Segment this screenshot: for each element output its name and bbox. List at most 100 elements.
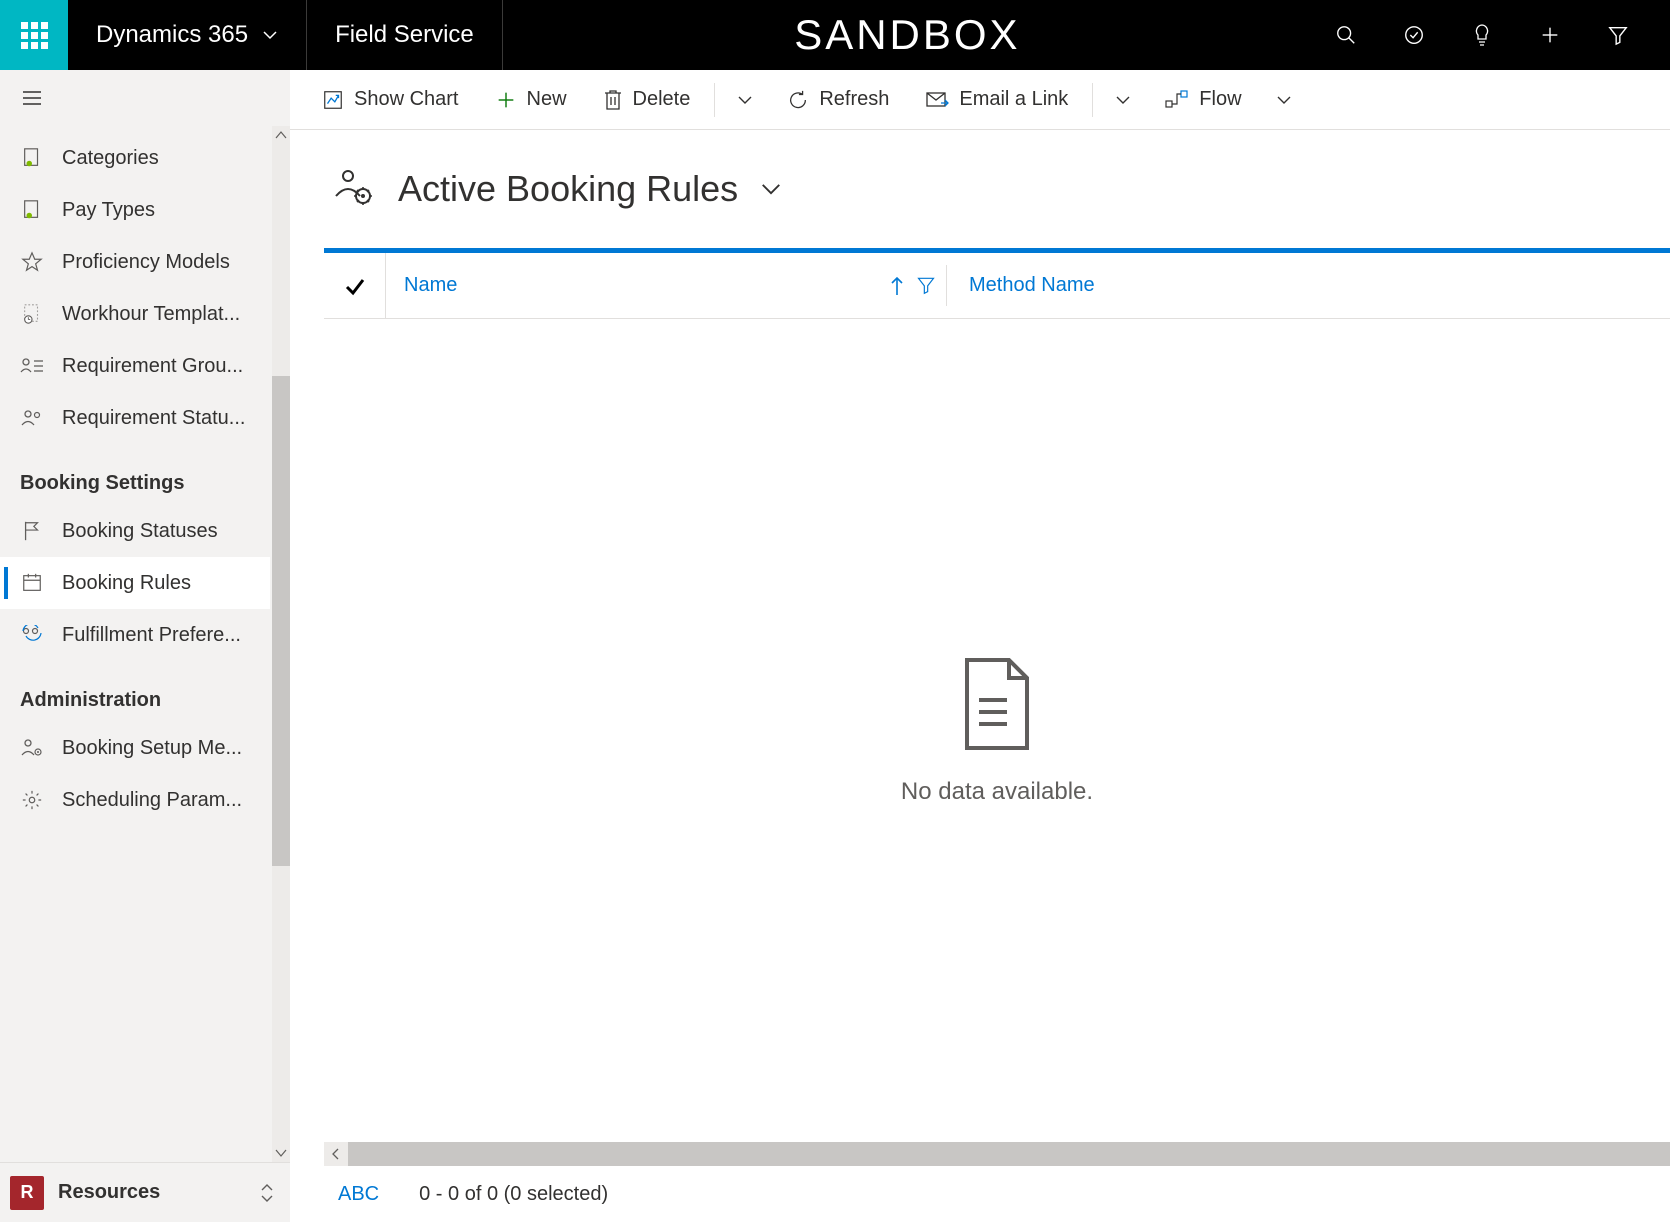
refresh-icon xyxy=(787,89,809,111)
empty-state-text: No data available. xyxy=(901,778,1093,806)
app-launcher-button[interactable] xyxy=(0,0,68,70)
scroll-left-button[interactable] xyxy=(324,1142,348,1166)
area-label: Resources xyxy=(58,1181,244,1204)
email-split-button[interactable] xyxy=(1101,84,1145,116)
cmd-label: Refresh xyxy=(819,88,889,111)
sidebar-item-label: Requirement Grou... xyxy=(62,355,243,378)
sidebar-item-label: Pay Types xyxy=(62,199,155,222)
sidebar-item-label: Fulfillment Prefere... xyxy=(62,624,241,647)
sidebar-scroll-track[interactable] xyxy=(272,126,290,1162)
sidebar: Categories Pay Types Proficiency Models … xyxy=(0,70,290,1222)
person-list-icon xyxy=(20,354,44,378)
chevron-down-icon xyxy=(1115,92,1131,108)
show-chart-button[interactable]: Show Chart xyxy=(306,80,475,119)
separator xyxy=(714,83,715,117)
sidebar-item-requirement-groups[interactable]: Requirement Grou... xyxy=(0,340,270,392)
plus-icon xyxy=(495,89,517,111)
hamburger-icon xyxy=(20,86,44,110)
cmd-label: Flow xyxy=(1199,88,1241,111)
document-icon xyxy=(957,656,1037,752)
sort-asc-icon xyxy=(888,275,906,297)
chevron-down-icon xyxy=(737,92,753,108)
sidebar-item-booking-setup-metadata[interactable]: Booking Setup Me... xyxy=(0,722,270,774)
add-button[interactable] xyxy=(1516,0,1584,70)
nav-scroll: Categories Pay Types Proficiency Models … xyxy=(0,126,290,1162)
column-label: Method Name xyxy=(969,274,1095,297)
sidebar-item-fulfillment-preferences[interactable]: Fulfillment Prefere... xyxy=(0,609,270,661)
grid-footer: ABC 0 - 0 of 0 (0 selected) xyxy=(290,1166,1670,1222)
sidebar-item-label: Booking Rules xyxy=(62,572,191,595)
email-icon xyxy=(925,90,949,110)
data-grid: Name Method Name xyxy=(324,248,1670,1142)
area-badge: R xyxy=(10,1176,44,1210)
sidebar-scroll-thumb[interactable] xyxy=(272,376,290,866)
check-icon xyxy=(343,274,367,298)
calendar-icon xyxy=(20,571,44,595)
pager-text: 0 - 0 of 0 (0 selected) xyxy=(419,1183,608,1206)
module-label-area[interactable]: Field Service xyxy=(307,0,503,70)
separator xyxy=(1092,83,1093,117)
people-gear-icon xyxy=(330,166,376,212)
lightbulb-icon xyxy=(1472,23,1492,47)
flow-button[interactable]: Flow xyxy=(1149,80,1257,119)
horizontal-scrollbar[interactable] xyxy=(324,1142,1670,1166)
command-bar: Show Chart New Delete Refresh Email a Li… xyxy=(290,70,1670,130)
select-all-checkbox[interactable] xyxy=(324,253,386,318)
cmd-label: Show Chart xyxy=(354,88,459,111)
sidebar-item-proficiency-models[interactable]: Proficiency Models xyxy=(0,236,270,288)
sidebar-group-administration: Administration xyxy=(0,661,290,722)
brand-label: Dynamics 365 xyxy=(96,21,248,49)
sidebar-item-label: Workhour Templat... xyxy=(62,303,240,326)
filter-button[interactable] xyxy=(1584,0,1652,70)
refresh-button[interactable]: Refresh xyxy=(771,80,905,119)
scroll-down-arrow-icon xyxy=(272,1146,290,1160)
alpha-filter-button[interactable]: ABC xyxy=(338,1183,379,1206)
waffle-icon xyxy=(21,22,48,49)
nav-toggle-button[interactable] xyxy=(0,70,290,126)
funnel-icon xyxy=(1607,24,1629,46)
sidebar-item-requirement-statuses[interactable]: Requirement Statu... xyxy=(0,392,270,444)
search-button[interactable] xyxy=(1312,0,1380,70)
star-icon xyxy=(20,250,44,274)
funnel-icon xyxy=(916,275,936,295)
person-gear-icon xyxy=(20,736,44,760)
sidebar-group-booking-settings: Booking Settings xyxy=(0,444,290,505)
help-button[interactable] xyxy=(1448,0,1516,70)
updown-chevron-icon xyxy=(258,1181,276,1205)
column-header-method-name[interactable]: Method Name xyxy=(947,253,1670,318)
cmd-label: Email a Link xyxy=(959,88,1068,111)
sidebar-item-label: Categories xyxy=(62,147,159,170)
delete-split-button[interactable] xyxy=(723,84,767,116)
sidebar-item-booking-statuses[interactable]: Booking Statuses xyxy=(0,505,270,557)
grid-body: No data available. xyxy=(324,319,1670,1142)
gear-icon xyxy=(20,788,44,812)
document-person-icon xyxy=(20,146,44,170)
task-button[interactable] xyxy=(1380,0,1448,70)
flag-icon xyxy=(20,519,44,543)
sidebar-item-scheduling-parameters[interactable]: Scheduling Param... xyxy=(0,774,270,826)
cmd-label: New xyxy=(527,88,567,111)
search-icon xyxy=(1335,24,1357,46)
column-header-name[interactable]: Name xyxy=(386,253,946,318)
chevron-down-icon[interactable] xyxy=(760,178,782,200)
scroll-up-arrow-icon xyxy=(272,128,290,142)
trash-icon xyxy=(603,89,623,111)
area-switcher[interactable]: R Resources xyxy=(0,1162,290,1222)
document-clock-icon xyxy=(20,302,44,326)
sidebar-item-categories[interactable]: Categories xyxy=(0,132,270,184)
people-icon xyxy=(20,406,44,430)
brand-switcher[interactable]: Dynamics 365 xyxy=(68,0,307,70)
sidebar-item-workhour-templates[interactable]: Workhour Templat... xyxy=(0,288,270,340)
chart-icon xyxy=(322,89,344,111)
view-title: Active Booking Rules xyxy=(398,168,738,210)
view-header: Active Booking Rules xyxy=(290,130,1670,248)
delete-button[interactable]: Delete xyxy=(587,80,707,119)
sidebar-item-booking-rules[interactable]: Booking Rules xyxy=(0,557,270,609)
flow-icon xyxy=(1165,90,1189,110)
sidebar-item-label: Booking Statuses xyxy=(62,520,218,543)
flow-split-button[interactable] xyxy=(1262,84,1306,116)
sidebar-item-label: Proficiency Models xyxy=(62,251,230,274)
sidebar-item-pay-types[interactable]: Pay Types xyxy=(0,184,270,236)
new-button[interactable]: New xyxy=(479,80,583,119)
email-link-button[interactable]: Email a Link xyxy=(909,80,1084,119)
